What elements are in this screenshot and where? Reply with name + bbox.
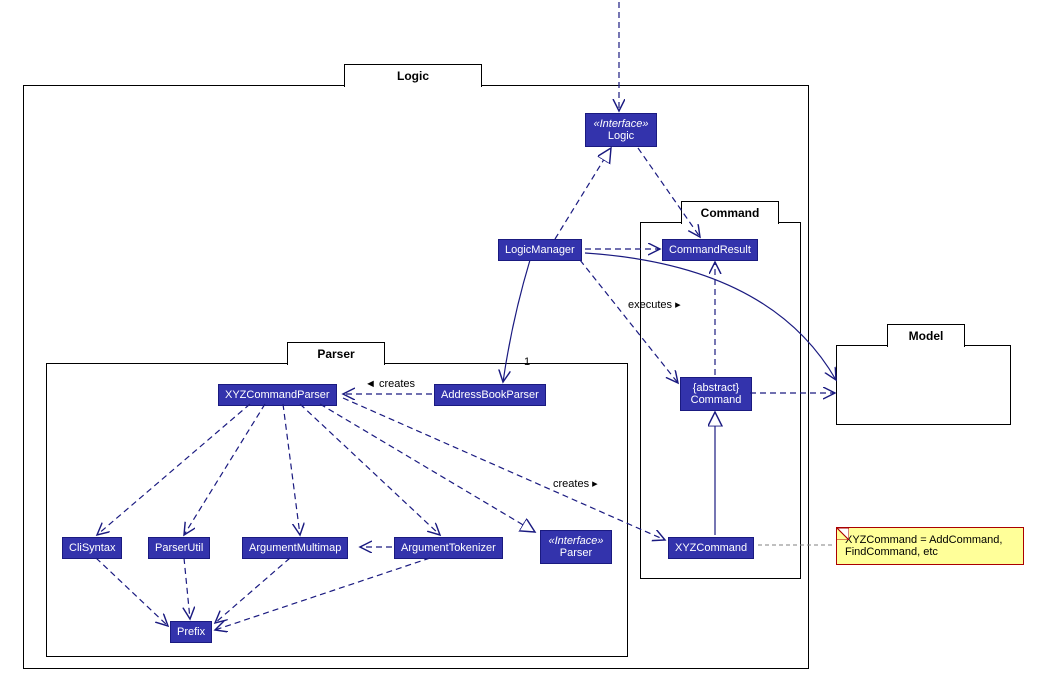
connectors [0,0,1039,675]
diagram-stage: Logic Parser Command Model «Interface» L… [0,0,1039,675]
